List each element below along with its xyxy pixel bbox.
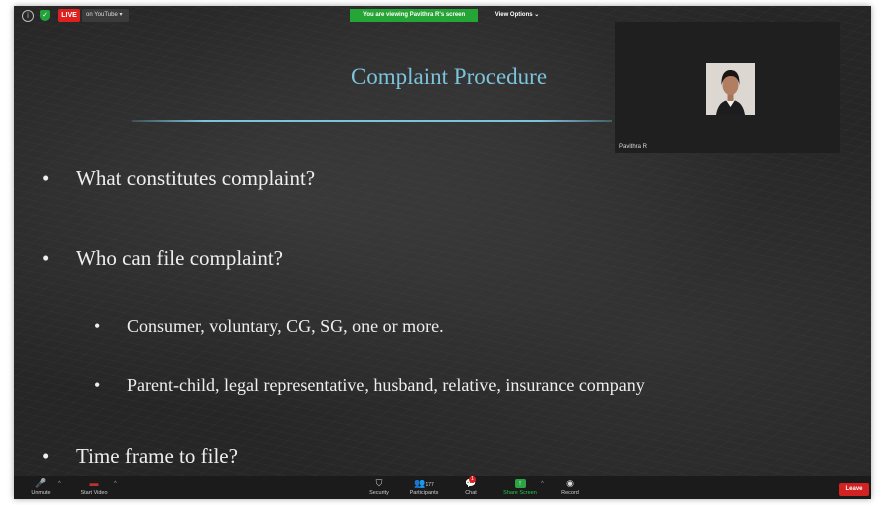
start-video-button[interactable]: ▬ Start Video	[74, 476, 114, 499]
bullet-text: Consumer, voluntary, CG, SG, one or more…	[127, 316, 444, 336]
participant-count: 177	[425, 482, 434, 488]
bullet-dot: •	[42, 444, 50, 468]
bullet-dot: •	[94, 316, 101, 336]
bullet-dot: •	[42, 246, 50, 270]
bullet-text: Parent-child, legal representative, husb…	[127, 375, 645, 395]
audio-options-chevron-icon[interactable]: ^	[58, 481, 61, 487]
record-label: Record	[561, 490, 579, 496]
muted-microphone-icon: 🎤	[35, 478, 47, 488]
bullet-item: • Who can file complaint?	[42, 246, 283, 271]
bullet-text: Time frame to file?	[76, 444, 238, 468]
info-icon[interactable]: i	[22, 10, 34, 22]
record-icon: ◉	[566, 478, 574, 488]
view-options-button[interactable]: View Options ⌄	[484, 9, 550, 22]
sub-bullet-item: • Parent-child, legal representative, hu…	[94, 375, 645, 396]
youtube-stream-dropdown[interactable]: on YouTube ▾	[82, 9, 129, 22]
share-screen-button[interactable]: ↑ Share Screen	[498, 476, 542, 499]
chat-button[interactable]: 💬 1 Chat	[458, 476, 484, 499]
start-video-label: Start Video	[80, 490, 108, 496]
video-off-icon: ▬	[89, 478, 99, 488]
sub-bullet-item: • Consumer, voluntary, CG, SG, one or mo…	[94, 316, 444, 337]
share-screen-icon: ↑	[498, 477, 542, 489]
security-label: Security	[369, 490, 389, 496]
title-underline	[132, 120, 612, 122]
video-options-chevron-icon[interactable]: ^	[114, 481, 117, 487]
zoom-meeting-window: Complaint Procedure • What constitutes c…	[14, 6, 871, 499]
chat-unread-badge: 1	[469, 476, 476, 483]
unmute-button[interactable]: 🎤 Unmute	[26, 476, 56, 499]
shield-icon: ⛉	[375, 478, 383, 488]
meeting-controls-toolbar: 🎤 Unmute ^ ▬ Start Video ^ ⛉ Security 👥1…	[14, 476, 871, 499]
participant-avatar	[706, 63, 755, 115]
participant-video-tile[interactable]: Pavithra R	[615, 22, 840, 153]
record-button[interactable]: ◉ Record	[556, 476, 584, 499]
leave-meeting-button[interactable]: Leave	[839, 483, 869, 496]
viewing-screen-banner: You are viewing Pavithra R's screen	[350, 9, 478, 22]
share-options-chevron-icon[interactable]: ^	[541, 481, 544, 487]
share-screen-label: Share Screen	[503, 490, 537, 496]
chat-label: Chat	[465, 490, 477, 496]
bullet-item: • What constitutes complaint?	[42, 166, 315, 191]
bullet-item: • Time frame to file?	[42, 444, 238, 469]
bullet-dot: •	[42, 166, 50, 190]
participant-photo-image	[706, 63, 755, 115]
security-button[interactable]: ⛉ Security	[364, 476, 394, 499]
bullet-text: What constitutes complaint?	[76, 166, 316, 190]
encryption-shield-icon[interactable]: ✓	[40, 10, 50, 21]
unmute-label: Unmute	[31, 490, 51, 496]
live-badge[interactable]: LIVE	[58, 9, 80, 22]
bullet-text: Who can file complaint?	[76, 246, 283, 270]
participants-label: Participants	[409, 490, 439, 496]
participant-name: Pavithra R	[619, 144, 648, 150]
participants-button[interactable]: 👥177 Participants	[402, 476, 446, 499]
participants-icon: 👥177	[414, 478, 434, 488]
bullet-dot: •	[94, 375, 101, 395]
